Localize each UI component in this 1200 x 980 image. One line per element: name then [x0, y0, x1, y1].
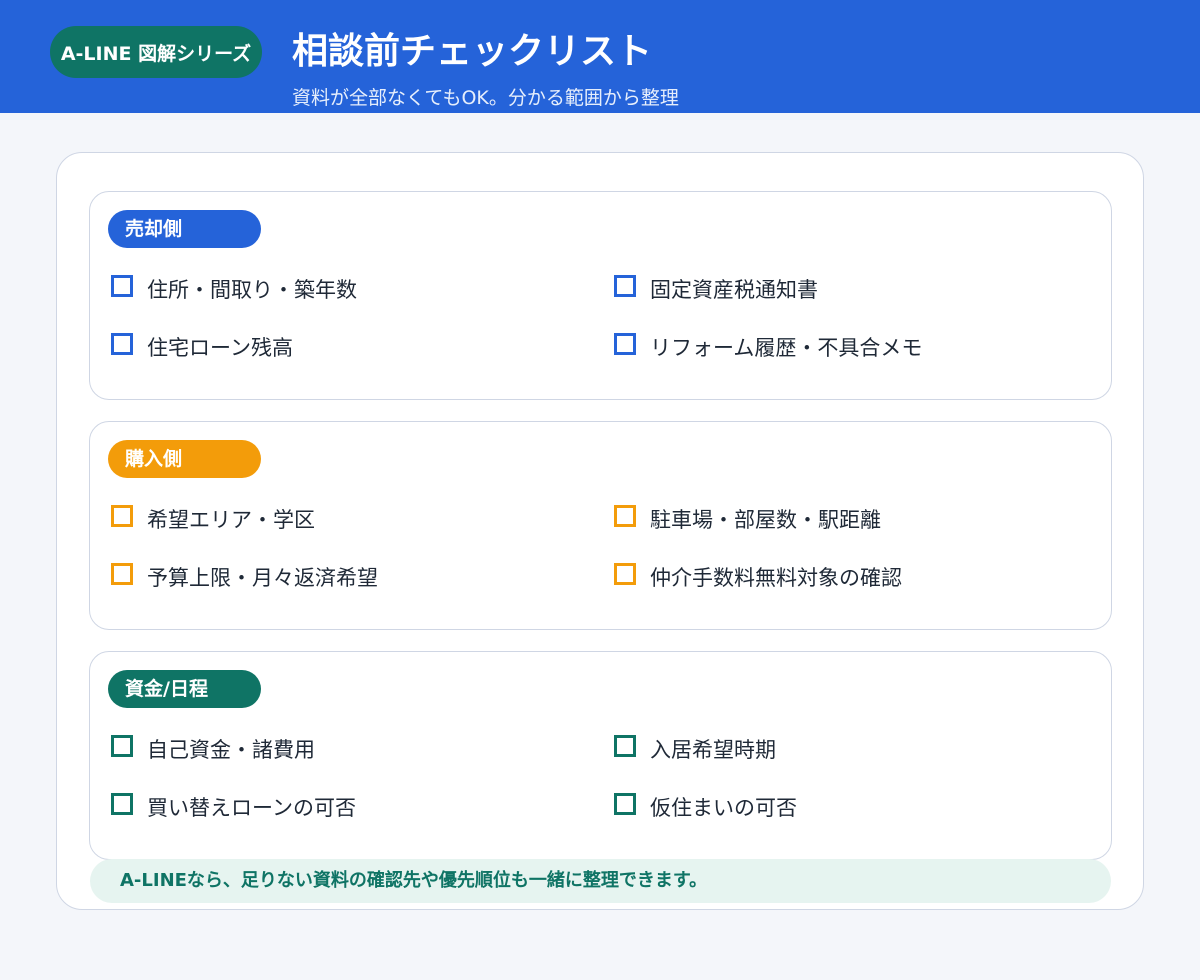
item-label: 仮住まいの可否 [650, 796, 797, 820]
section-buy: 購入側 希望エリア・学区 駐車場・部屋数・駅距離 予算上限・月々返済希望 仲介手… [89, 421, 1112, 630]
checklist-item[interactable]: 自己資金・諸費用 [111, 734, 315, 764]
section-tag-sell: 売却側 [108, 210, 261, 248]
checkbox-icon[interactable] [614, 563, 636, 585]
item-label: 住所・間取り・築年数 [147, 278, 357, 302]
checkbox-icon[interactable] [111, 505, 133, 527]
checklist-item[interactable]: 予算上限・月々返済希望 [111, 562, 378, 592]
checkbox-icon[interactable] [111, 275, 133, 297]
section-sell: 売却側 住所・間取り・築年数 固定資産税通知書 住宅ローン残高 リフォーム履歴・… [89, 191, 1112, 400]
section-funds-schedule: 資金/日程 自己資金・諸費用 入居希望時期 買い替えローンの可否 仮住まいの可否 [89, 651, 1112, 860]
checkbox-icon[interactable] [614, 333, 636, 355]
item-label: リフォーム履歴・不具合メモ [650, 336, 923, 360]
section-tag-funds: 資金/日程 [108, 670, 261, 708]
checkbox-icon[interactable] [111, 563, 133, 585]
page-title: 相談前チェックリスト [292, 31, 653, 72]
checklist-item[interactable]: 希望エリア・学区 [111, 504, 315, 534]
item-label: 入居希望時期 [650, 738, 776, 762]
checkbox-icon[interactable] [614, 793, 636, 815]
item-label: 駐車場・部屋数・駅距離 [650, 508, 881, 532]
checkbox-icon[interactable] [614, 505, 636, 527]
section-tag-buy: 購入側 [108, 440, 261, 478]
checklist-item[interactable]: 固定資産税通知書 [614, 274, 818, 304]
checklist-item[interactable]: 買い替えローンの可否 [111, 792, 356, 822]
page-subtitle: 資料が全部なくてもOK。分かる範囲から整理 [292, 87, 679, 109]
item-label: 買い替えローンの可否 [147, 796, 356, 820]
checklist-item[interactable]: 駐車場・部屋数・駅距離 [614, 504, 881, 534]
checkbox-icon[interactable] [111, 735, 133, 757]
checklist-item[interactable]: リフォーム履歴・不具合メモ [614, 332, 922, 362]
checkbox-icon[interactable] [111, 333, 133, 355]
checklist-item[interactable]: 住所・間取り・築年数 [111, 274, 357, 304]
checklist-item[interactable]: 住宅ローン残高 [111, 332, 293, 362]
checkbox-icon[interactable] [111, 793, 133, 815]
item-label: 固定資産税通知書 [650, 278, 818, 302]
item-label: 仲介手数料無料対象の確認 [650, 566, 902, 590]
item-label: 住宅ローン残高 [147, 336, 293, 360]
item-label: 自己資金・諸費用 [147, 738, 315, 762]
checklist-item[interactable]: 入居希望時期 [614, 734, 776, 764]
checkbox-icon[interactable] [614, 735, 636, 757]
checkbox-icon[interactable] [614, 275, 636, 297]
checklist-item[interactable]: 仲介手数料無料対象の確認 [614, 562, 902, 592]
checklist-item[interactable]: 仮住まいの可否 [614, 792, 797, 822]
header-bar: A-LINE 図解シリーズ 相談前チェックリスト 資料が全部なくてもOK。分かる… [0, 0, 1200, 113]
brand-badge: A-LINE 図解シリーズ [50, 26, 262, 78]
item-label: 予算上限・月々返済希望 [147, 566, 378, 590]
footer-note: A-LINEなら、足りない資料の確認先や優先順位も一緒に整理できます。 [90, 859, 1111, 903]
item-label: 希望エリア・学区 [147, 508, 315, 532]
